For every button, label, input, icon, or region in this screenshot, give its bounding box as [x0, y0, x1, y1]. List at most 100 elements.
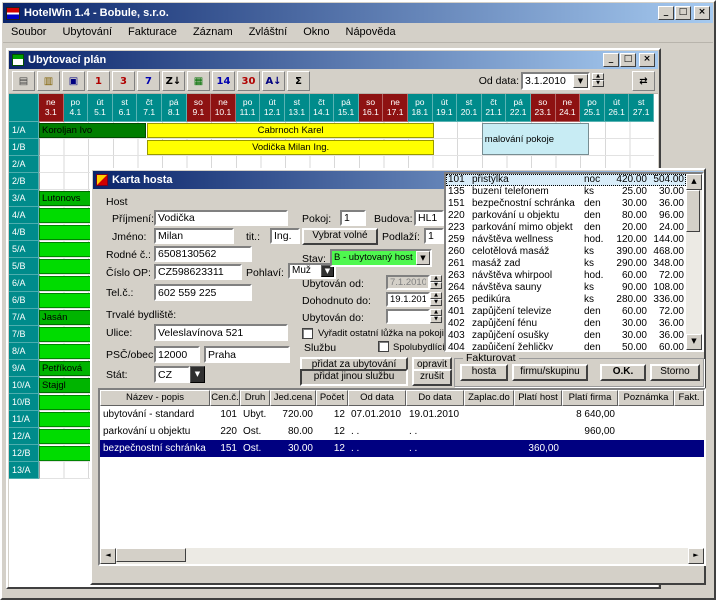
column-header-1[interactable]: Cen.č.: [210, 390, 240, 406]
ubytovan-do-input[interactable]: [386, 309, 430, 324]
save-button[interactable]: ▣: [62, 71, 85, 91]
column-header-11[interactable]: Fakt.: [674, 390, 704, 406]
room-label-4/B[interactable]: 4/B: [9, 224, 39, 241]
main-maximize-button[interactable]: □: [675, 6, 691, 20]
ubytovan-od-input[interactable]: [386, 275, 430, 290]
od-data-value[interactable]: [523, 74, 573, 88]
service-row[interactable]: 403zapůjčení osuškyden30.0036.00: [446, 330, 686, 342]
menu-záznam[interactable]: Záznam: [185, 23, 241, 41]
main-titlebar[interactable]: HotelWin 1.4 - Bobule, s.r.o. _ □ ×: [3, 3, 713, 23]
room-label-1/A[interactable]: 1/A: [9, 122, 39, 139]
table-row[interactable]: bezpečnostní schránka151Ost.30.0012. .. …: [100, 440, 704, 457]
service-row[interactable]: 135buzení telefonemks25.0030.00: [446, 186, 686, 198]
view-7-days-button[interactable]: 7: [137, 71, 160, 91]
room-label-11/A[interactable]: 11/A: [9, 411, 39, 428]
sort-za-button[interactable]: Z↓: [162, 71, 185, 91]
room-label-10/A[interactable]: 10/A: [9, 377, 39, 394]
room-label-12/A[interactable]: 12/A: [9, 428, 39, 445]
pohlavi-combo[interactable]: Muž ▼: [288, 263, 336, 279]
column-header-4[interactable]: Počet: [316, 390, 348, 406]
budova-input[interactable]: [414, 210, 444, 226]
room-label-6/A[interactable]: 6/A: [9, 275, 39, 292]
psc-input[interactable]: [154, 346, 200, 363]
booking-bar[interactable]: [39, 429, 95, 444]
podlazi-input[interactable]: [424, 228, 444, 244]
booking-bar[interactable]: [39, 446, 95, 461]
booking-bar-Stajgl[interactable]: Stajgl: [39, 378, 95, 393]
refresh-button[interactable]: ⇄: [632, 71, 655, 91]
scroll-thumb[interactable]: [116, 548, 186, 562]
plan-maximize-button[interactable]: □: [620, 53, 636, 67]
column-header-5[interactable]: Od data: [348, 390, 406, 406]
pridat-jinou-sluzbu-button[interactable]: přidat jinou službu: [300, 369, 408, 386]
od-data-dropdown-icon[interactable]: ▼: [573, 74, 588, 88]
room-label-5/A[interactable]: 5/A: [9, 241, 39, 258]
room-label-7/A[interactable]: 7/A: [9, 309, 39, 326]
spinner-up-icon[interactable]: ▲: [430, 275, 442, 282]
booking-bar[interactable]: [39, 259, 95, 274]
menu-soubor[interactable]: Soubor: [3, 23, 54, 41]
spinner-up-icon[interactable]: ▲: [592, 73, 604, 80]
service-row[interactable]: 261masáž zadks290.00348.00: [446, 258, 686, 270]
booking-bar[interactable]: [39, 293, 95, 308]
service-row[interactable]: 223parkování mimo objektden20.0024.00: [446, 222, 686, 234]
booking-bar-Lutonovs[interactable]: Lutonovs: [39, 191, 95, 206]
room-label-2/B[interactable]: 2/B: [9, 173, 39, 190]
zrusit-button[interactable]: zrušit: [412, 369, 452, 386]
dohodnuto-do-spinner[interactable]: ▲ ▼: [430, 292, 442, 306]
vybrat-volne-button[interactable]: Vybrat volné: [302, 228, 378, 245]
room-label-7/B[interactable]: 7/B: [9, 326, 39, 343]
service-row[interactable]: 402zapůjčení fénuden30.0036.00: [446, 318, 686, 330]
view-3-days-button[interactable]: 3: [112, 71, 135, 91]
service-row[interactable]: 151bezpečnostní schránkaden30.0036.00: [446, 198, 686, 210]
booking-bar[interactable]: [39, 344, 95, 359]
room-label-4/A[interactable]: 4/A: [9, 207, 39, 224]
menu-nápověda[interactable]: Nápověda: [338, 23, 404, 41]
rodne-input[interactable]: [154, 246, 252, 262]
spolubydlici-checkbox[interactable]: [378, 341, 389, 352]
obec-input[interactable]: [204, 346, 290, 363]
service-row[interactable]: 259návštěva wellnesshod.120.00144.00: [446, 234, 686, 246]
menu-fakturace[interactable]: Fakturace: [120, 23, 185, 41]
spinner-up-icon[interactable]: ▲: [430, 292, 442, 299]
spinner-down-icon[interactable]: ▼: [430, 299, 442, 306]
booking-bar-Petříková[interactable]: Petříková: [39, 361, 95, 376]
fakturovat-firmu-button[interactable]: firmu/skupinu: [512, 364, 588, 381]
room-label-13/A[interactable]: 13/A: [9, 462, 39, 479]
ulice-input[interactable]: [154, 324, 288, 341]
scroll-track[interactable]: [686, 190, 702, 334]
service-row[interactable]: 263návštěva whirpoolhod.60.0072.00: [446, 270, 686, 282]
stav-dropdown-icon[interactable]: ▼: [416, 251, 430, 265]
service-row[interactable]: 264návštěva saunyks90.00108.00: [446, 282, 686, 294]
scroll-thumb[interactable]: [686, 190, 700, 232]
room-label-10/B[interactable]: 10/B: [9, 394, 39, 411]
spinner-up-icon[interactable]: ▲: [430, 309, 442, 316]
stat-dropdown-icon[interactable]: ▼: [190, 366, 205, 383]
sort-az-button[interactable]: A↓: [262, 71, 285, 91]
spinner-down-icon[interactable]: ▼: [592, 80, 604, 87]
booking-bar[interactable]: [39, 242, 95, 257]
booking-bar[interactable]: [39, 395, 95, 410]
room-label-3/A[interactable]: 3/A: [9, 190, 39, 207]
stav-combo[interactable]: B - ubytovaný host ▼: [330, 249, 432, 267]
view-14-days-button[interactable]: 14: [212, 71, 235, 91]
room-label-5/B[interactable]: 5/B: [9, 258, 39, 275]
column-header-10[interactable]: Poznámka: [618, 390, 674, 406]
plan-minimize-button[interactable]: _: [603, 53, 619, 67]
booking-bar-malování pokoje[interactable]: malování pokoje: [482, 123, 589, 155]
grid-view-button[interactable]: ▦: [187, 71, 210, 91]
scroll-left-button[interactable]: ◄: [100, 548, 116, 564]
jmeno-input[interactable]: [154, 228, 234, 244]
menu-okno[interactable]: Okno: [295, 23, 337, 41]
table-row[interactable]: ubytování - standard101Ubyt.720.001207.0…: [100, 406, 704, 423]
booking-bar-Koroljan Ivo[interactable]: Koroljan Ivo: [39, 123, 146, 138]
vyradit-checkbox[interactable]: [302, 328, 313, 339]
ubytovan-od-spinner[interactable]: ▲ ▼: [430, 275, 442, 289]
service-row[interactable]: 101přistýlkanoc420.00504.00: [446, 174, 686, 186]
service-row[interactable]: 220parkování u objektuden80.0096.00: [446, 210, 686, 222]
ubytovan-do-spinner[interactable]: ▲ ▼: [430, 309, 442, 323]
fakturovat-hosta-button[interactable]: hosta: [460, 364, 508, 381]
column-header-6[interactable]: Do data: [406, 390, 464, 406]
service-row[interactable]: 404zapůjčení žehličkyden50.0060.00: [446, 342, 686, 350]
stat-input[interactable]: [154, 366, 190, 383]
